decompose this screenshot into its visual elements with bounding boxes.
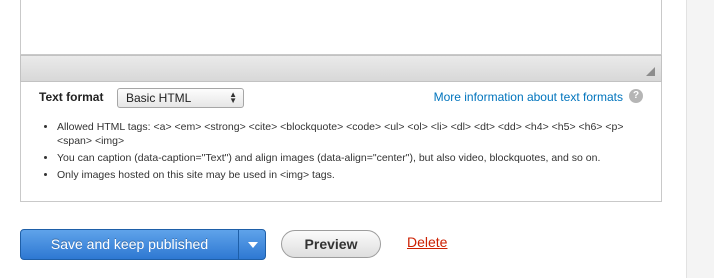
text-format-select[interactable]: Basic HTML ▲ ▼ (117, 88, 244, 108)
caret-down-icon (248, 242, 258, 248)
text-format-selected-value: Basic HTML (126, 91, 192, 105)
save-options-dropdown-button[interactable] (239, 230, 265, 259)
resize-grip-icon[interactable] (646, 67, 655, 76)
text-format-wrapper: Text format Basic HTML ▲ ▼ More informati… (20, 82, 662, 202)
select-arrows-icon: ▲ ▼ (229, 90, 237, 105)
save-button-group: Save and keep published (20, 229, 266, 260)
text-format-label: Text format (39, 90, 104, 104)
text-format-tips-list: Allowed HTML tags: <a> <em> <strong> <ci… (39, 120, 649, 185)
question-mark-icon[interactable]: ? (629, 89, 643, 103)
preview-button[interactable]: Preview (281, 230, 381, 258)
more-info-text-formats-link[interactable]: More information about text formats (434, 90, 623, 104)
body-editor-area[interactable] (20, 0, 662, 55)
tip-image-hosting: Only images hosted on this site may be u… (57, 168, 649, 182)
editor-status-bar (20, 55, 662, 82)
save-and-keep-published-button[interactable]: Save and keep published (21, 230, 239, 259)
tip-captions: You can caption (data-caption="Text") an… (57, 151, 649, 165)
right-sidebar-strip (686, 0, 714, 278)
tip-allowed-tags: Allowed HTML tags: <a> <em> <strong> <ci… (57, 120, 649, 148)
delete-link[interactable]: Delete (407, 234, 447, 250)
